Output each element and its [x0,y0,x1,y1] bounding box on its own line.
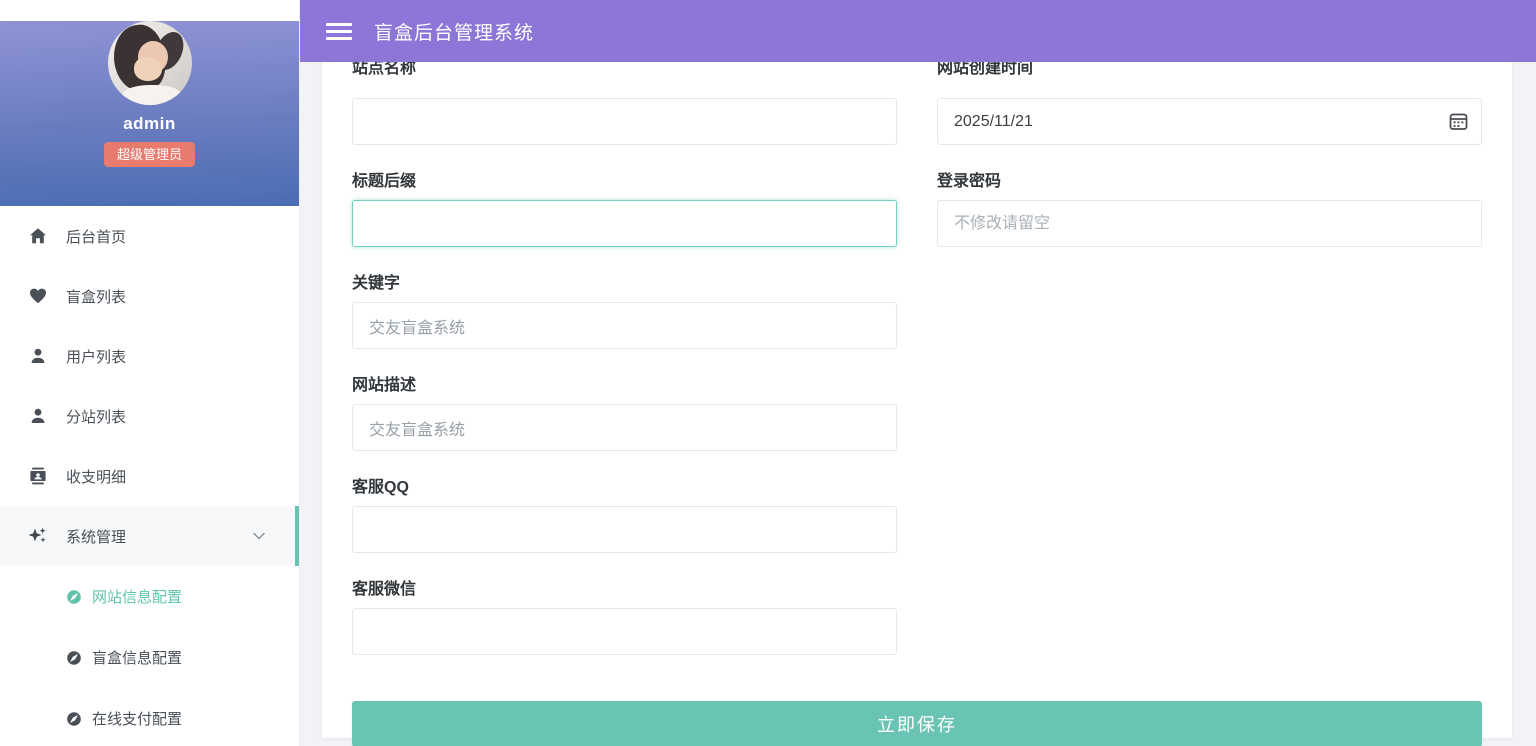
login-password-label: 登录密码 [937,173,1002,190]
sidebar: admin 超级管理员 后台首页 盲盒列表 用户列表 分站列表 收支明细 系统管… [0,0,300,746]
field-title-suffix: 标题后缀 [352,171,897,247]
field-keywords: 关键字 [352,273,897,349]
service-qq-label: 客服QQ [352,479,409,496]
sidebar-item-label: 盲盒列表 [66,288,127,306]
keywords-label: 关键字 [352,275,401,292]
sidebar-subitem-site-config[interactable]: 网站信息配置 [0,566,299,627]
sidebar-item-label: 用户列表 [66,348,127,366]
user-icon [28,406,48,426]
field-description: 网站描述 [352,375,897,451]
field-service-wechat: 客服微信 [352,579,897,655]
site-name-label: 站点名称 [352,62,417,77]
field-login-password: 登录密码 [937,171,1482,247]
login-password-input[interactable] [937,200,1482,247]
field-service-qq: 客服QQ [352,477,897,553]
user-icon [28,346,48,366]
sidebar-item-label: 系统管理 [66,528,127,546]
sidebar-item-label: 收支明细 [66,468,127,486]
title-suffix-input[interactable] [352,200,897,247]
field-created-time: 网站创建时间 [937,62,1482,145]
service-wechat-input[interactable] [352,608,897,655]
sidebar-item-boxes[interactable]: 盲盒列表 [0,266,299,326]
description-input[interactable] [352,404,897,451]
keywords-input[interactable] [352,302,897,349]
sidebar-item-substations[interactable]: 分站列表 [0,386,299,446]
contacts-icon [28,466,48,486]
avatar [107,21,192,105]
sidebar-subitem-box-config[interactable]: 盲盒信息配置 [0,627,299,688]
sidebar-menu: 后台首页 盲盒列表 用户列表 分站列表 收支明细 系统管理 网站信息配置 盲盒信… [0,206,299,746]
sidebar-subitem-label: 盲盒信息配置 [92,650,183,667]
chevron-down-icon [253,532,265,540]
description-label: 网站描述 [352,377,417,394]
sidebar-item-label: 后台首页 [66,228,127,246]
app-title: 盲盒后台管理系统 [374,22,535,44]
profile-panel: admin 超级管理员 [0,21,299,206]
sidebar-subitem-label: 在线支付配置 [92,711,183,728]
sidebar-item-label: 分站列表 [66,408,127,426]
compass-icon [66,650,82,666]
field-site-name: 站点名称 [352,62,897,145]
home-icon [28,226,48,246]
sidebar-item-system[interactable]: 系统管理 [0,506,299,566]
sidebar-item-finance[interactable]: 收支明细 [0,446,299,506]
settings-card: 站点名称 标题后缀 关键字 网站描述 客服QQ [322,62,1512,746]
created-time-input[interactable] [937,98,1482,145]
heart-icon [28,286,48,306]
form-column-right: 网站创建时间 2025/11/21 登录密码 不修改请留空 [937,62,1482,681]
service-wechat-label: 客服微信 [352,581,417,598]
compass-icon [66,589,82,605]
site-name-input[interactable] [352,98,897,145]
service-qq-input[interactable] [352,506,897,553]
settings-form: 站点名称 标题后缀 关键字 网站描述 客服QQ [352,62,1482,681]
role-badge: 超级管理员 [103,142,195,167]
created-time-label: 网站创建时间 [937,62,1034,77]
sidebar-subitem-payment-config[interactable]: 在线支付配置 [0,688,299,746]
username: admin [123,114,176,133]
sidebar-item-dashboard[interactable]: 后台首页 [0,206,299,266]
compass-icon [66,711,82,727]
save-button[interactable]: 立即保存 [352,701,1482,746]
sparkles-icon [28,526,48,546]
calendar-icon[interactable] [1448,111,1469,132]
title-suffix-label: 标题后缀 [352,173,417,190]
main-content: 站点名称 标题后缀 关键字 网站描述 客服QQ [300,62,1536,746]
hamburger-menu-icon[interactable] [326,22,352,40]
sidebar-item-users[interactable]: 用户列表 [0,326,299,386]
topbar: 盲盒后台管理系统 [300,0,1536,62]
sidebar-subitem-label: 网站信息配置 [92,589,183,606]
form-column-left: 站点名称 标题后缀 关键字 网站描述 客服QQ [352,62,897,681]
